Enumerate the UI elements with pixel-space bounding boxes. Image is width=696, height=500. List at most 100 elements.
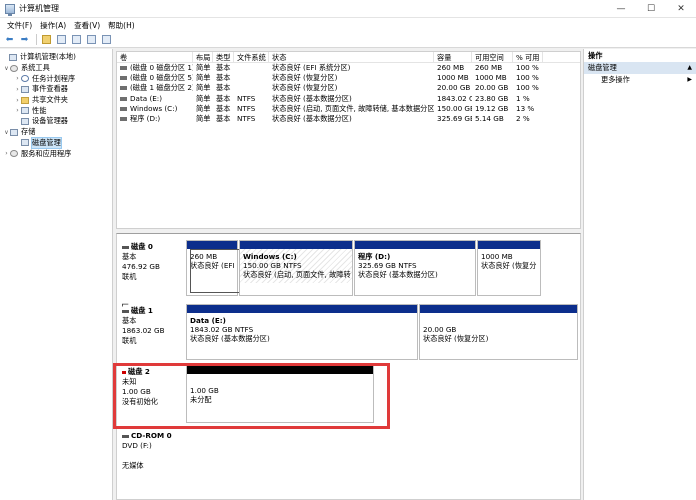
primary-partition-bar	[355, 241, 475, 249]
tree-item-label: 设备管理器	[32, 116, 68, 126]
tree-item-storage[interactable]: ∨ 存储	[0, 127, 112, 138]
volume-row[interactable]: 程序 (D:) 简单 基本 NTFS 状态良好 (基本数据分区) 325.69 GB 5.1…	[117, 114, 580, 124]
tree-item-disk-management[interactable]: 磁盘管理	[0, 136, 112, 149]
back-button[interactable]: ⬅	[3, 34, 16, 46]
clock-icon	[21, 75, 29, 83]
title-bar: 计算机管理 — ☐ ✕	[0, 0, 696, 18]
forward-button[interactable]: ➡	[18, 34, 31, 46]
column-header-volume[interactable]: 卷	[117, 52, 193, 62]
properties-button[interactable]	[85, 34, 98, 46]
column-header-status[interactable]: 状态	[269, 52, 434, 62]
tree-item-shared-folders[interactable]: › 共享文件夹	[0, 95, 112, 106]
column-header-file-system[interactable]: 文件系统	[234, 52, 269, 62]
up-folder-button[interactable]	[40, 34, 53, 46]
partition-status: 状态良好 (恢复分区)	[423, 334, 489, 344]
volume-list-header: 卷 布局 类型 文件系统 状态 容量 可用空间 % 可用	[117, 52, 580, 63]
partition-recovery-1000mb[interactable]: 1000 MB 状态良好 (恢复分	[477, 240, 541, 296]
minimize-button[interactable]: —	[606, 0, 636, 18]
cell-layout: 简单	[196, 103, 211, 113]
expand-arrow-icon[interactable]: ›	[14, 86, 21, 93]
tree-item-task-scheduler[interactable]: › 任务计划程序	[0, 73, 112, 84]
volume-row[interactable]: (磁盘 1 磁盘分区 2) 简单 基本 状态良好 (恢复分区) 20.00 GB 20.0…	[117, 83, 580, 93]
partition-name: Windows (C:)	[243, 252, 297, 261]
expand-arrow-icon[interactable]: ›	[14, 75, 21, 82]
partition-recovery-20gb[interactable]: 20.00 GB 状态良好 (恢复分区)	[419, 304, 578, 360]
disk-1-info[interactable]: 磁盘 1 基本 1863.02 GB 联机	[122, 306, 165, 346]
partition-size: 1000 MB	[481, 252, 513, 261]
volume-row[interactable]: Data (E:) 简单基本 NTFS 状态良好 (基本数据分区) 1843.02 GB…	[117, 94, 580, 104]
cdrom-spacer	[122, 451, 172, 461]
collapse-arrow-icon[interactable]: ∨	[3, 129, 10, 136]
primary-partition-bar	[240, 241, 352, 249]
cell-volume: 程序 (D:)	[117, 114, 193, 124]
actions-section-disk-management[interactable]: 磁盘管理	[584, 62, 696, 74]
column-header-type[interactable]: 类型	[213, 52, 234, 62]
column-header-free-space[interactable]: 可用空间	[472, 52, 513, 62]
cell-capacity: 1000 MB	[437, 73, 469, 83]
properties-icon	[87, 35, 96, 44]
primary-partition-bar	[187, 305, 417, 313]
menu-action[interactable]: 操作(A)	[36, 20, 70, 31]
device-manager-icon	[21, 117, 29, 125]
disk-icon	[122, 245, 129, 249]
cdrom-0-name-row: CD-ROM 0	[122, 431, 172, 441]
refresh-button[interactable]	[100, 34, 113, 46]
column-header-layout[interactable]: 布局	[193, 52, 213, 62]
help-button[interactable]	[70, 34, 83, 46]
cell-volume: Windows (C:)	[117, 104, 193, 114]
tree-item-computer-management[interactable]: 计算机管理(本地)	[0, 52, 112, 63]
partition-body: 程序 (D:) 325.69 GB NTFS 状态良好 (基本数据分区)	[355, 249, 475, 283]
close-button[interactable]: ✕	[666, 0, 696, 18]
volume-row[interactable]: Windows (C:) 简单 基本 NTFS 状态良好 (启动, 页面文件, 故障转储…	[117, 104, 580, 114]
tree-item-performance[interactable]: › 性能	[0, 105, 112, 116]
menu-help[interactable]: 帮助(H)	[104, 20, 139, 31]
tree-item-label: 共享文件夹	[32, 95, 68, 105]
partition-name: 程序 (D:)	[358, 252, 391, 261]
maximize-button[interactable]: ☐	[636, 0, 666, 18]
partition-size: 325.69 GB NTFS	[358, 261, 417, 271]
partition-windows-c[interactable]: Windows (C:) 150.00 GB NTFS 状态良好 (启动, 页面…	[239, 240, 353, 296]
more-actions-item[interactable]: 更多操作	[584, 74, 696, 86]
cell-free-space: 260 MB	[475, 63, 503, 72]
tree-item-label: 性能	[32, 105, 47, 115]
cell-status: 状态良好 (恢复分区)	[272, 73, 338, 83]
volume-row[interactable]: (磁盘 0 磁盘分区 1) 简单 基本 状态良好 (EFI 系统分区) 260 MB 26…	[117, 63, 580, 73]
tree-item-system-tools[interactable]: ∨ 系统工具	[0, 63, 112, 74]
cdrom-0-status: 无媒体	[122, 461, 144, 470]
disk-management-icon	[21, 139, 29, 147]
selected-partition-outline	[190, 249, 240, 293]
menu-view[interactable]: 查看(V)	[70, 20, 104, 31]
disk-0-name-row: 磁盘 0	[122, 242, 160, 252]
column-header-percent-free[interactable]: % 可用	[513, 52, 543, 62]
partition-status: 状态良好 (基本数据分区)	[190, 334, 270, 344]
tree-item-services-and-applications[interactable]: › 服务和应用程序	[0, 148, 112, 159]
cell-file-system: NTFS	[237, 93, 256, 103]
cell-file-system	[234, 63, 269, 73]
actions-title: 操作	[584, 49, 696, 62]
collapse-arrow-icon[interactable]: ∨	[3, 65, 10, 72]
expand-arrow-icon[interactable]: ›	[14, 107, 21, 114]
tree-item-event-viewer[interactable]: › 事件查看器	[0, 84, 112, 95]
cell-file-system	[234, 73, 269, 83]
tree-item-label: 服务和应用程序	[21, 148, 72, 158]
column-header-capacity[interactable]: 容量	[434, 52, 472, 62]
partition-program-d[interactable]: 程序 (D:) 325.69 GB NTFS 状态良好 (基本数据分区)	[354, 240, 476, 296]
volume-row[interactable]: (磁盘 0 磁盘分区 5) 简单 基本 状态良好 (恢复分区) 1000 MB 1000 …	[117, 73, 580, 83]
volume-name: Data (E:)	[130, 93, 163, 103]
partition-body: Data (E:) 1843.02 GB NTFS 状态良好 (基本数据分区)	[187, 313, 417, 347]
partition-size: 20.00 GB	[423, 325, 457, 334]
cell-file-system: NTFS	[237, 103, 256, 113]
partition-data-e[interactable]: Data (E:) 1843.02 GB NTFS 状态良好 (基本数据分区)	[186, 304, 418, 360]
cdrom-0-name: CD-ROM 0	[131, 431, 172, 440]
show-hide-tree-button[interactable]	[55, 34, 68, 46]
help-icon	[72, 35, 81, 44]
expand-arrow-icon[interactable]: ›	[14, 97, 21, 104]
menu-file[interactable]: 文件(F)	[3, 20, 36, 31]
expand-arrow-icon[interactable]: ›	[3, 150, 10, 157]
tree-item-device-manager[interactable]: 设备管理器	[0, 116, 112, 127]
disk-0-info[interactable]: 磁盘 0 基本 476.92 GB 联机	[122, 242, 160, 282]
shared-folder-icon	[21, 96, 29, 104]
window-title: 计算机管理	[19, 4, 59, 13]
cdrom-0-info[interactable]: CD-ROM 0 DVD (F:) 无媒体	[122, 431, 172, 471]
tree-item-label: 系统工具	[21, 63, 50, 73]
